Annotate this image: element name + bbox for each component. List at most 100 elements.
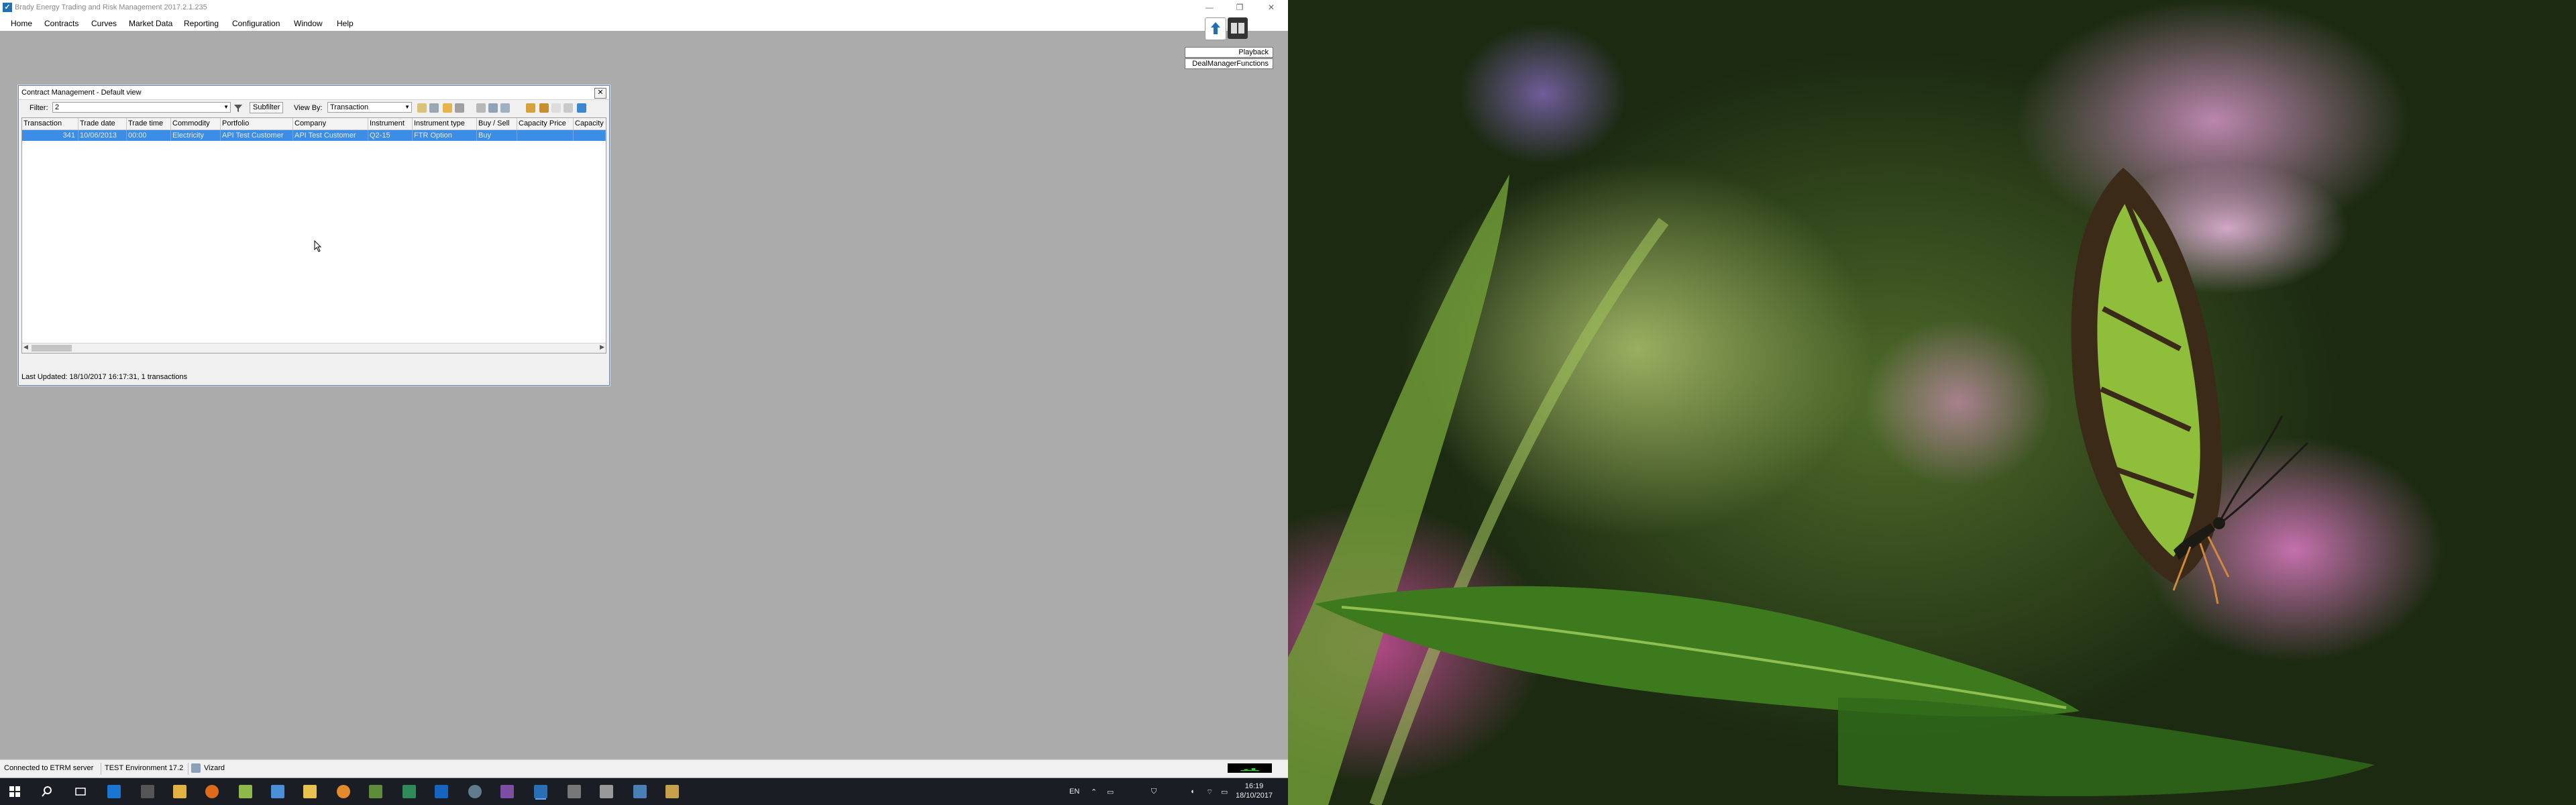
app-titlebar: ✓ Brady Energy Trading and Risk Manageme…: [0, 0, 1288, 15]
volume-icon[interactable]: ◖: [1190, 788, 1195, 796]
eraser-icon[interactable]: [551, 103, 561, 113]
spreadsheet-icon[interactable]: [402, 785, 416, 798]
app-icon[interactable]: [271, 785, 284, 798]
help-icon[interactable]: [577, 103, 586, 113]
column-header-commodity[interactable]: Commodity: [171, 118, 221, 129]
scroll-left-icon[interactable]: ◀: [23, 343, 28, 351]
app-icon[interactable]: [568, 785, 581, 798]
store-icon[interactable]: [141, 785, 154, 798]
menu-market-data[interactable]: Market Data: [129, 19, 172, 28]
connection-status: Connected to ETRM server: [4, 764, 94, 772]
column-header-trade-time[interactable]: Trade time: [127, 118, 171, 129]
file-explorer-icon[interactable]: [173, 785, 186, 798]
app-icon[interactable]: [337, 785, 350, 798]
column-header-company[interactable]: Company: [293, 118, 368, 129]
firefox-icon[interactable]: [205, 785, 219, 798]
print-icon[interactable]: [476, 103, 486, 113]
column-header-trade-date[interactable]: Trade date: [78, 118, 127, 129]
app-icon[interactable]: [600, 785, 613, 798]
network-icon[interactable]: ▭: [1107, 788, 1114, 796]
menu-window[interactable]: Window: [294, 19, 323, 28]
cell-capacity: [574, 130, 606, 141]
grid-header: Transaction Trade date Trade time Commod…: [22, 118, 606, 130]
clear-filter-icon[interactable]: [233, 103, 243, 113]
app-icon[interactable]: [633, 785, 647, 798]
copy-icon[interactable]: [500, 103, 510, 113]
cell-trade-time: 00:00: [127, 130, 171, 141]
cell-capacity-price: [517, 130, 574, 141]
menu-help[interactable]: Help: [337, 19, 354, 28]
column-header-capacity-price[interactable]: Capacity Price: [517, 118, 574, 129]
settings-icon[interactable]: [455, 103, 464, 113]
shield-icon[interactable]: ⛉: [1151, 788, 1157, 796]
etrm-app-icon[interactable]: [534, 785, 547, 798]
tools-icon[interactable]: [369, 785, 382, 798]
windows-start-icon[interactable]: [8, 785, 21, 798]
column-header-buy-sell[interactable]: Buy / Sell: [477, 118, 517, 129]
table-row[interactable]: 341 10/06/2013 00:00 Electricity API Tes…: [22, 130, 606, 141]
wizard-status: Vizard: [204, 764, 225, 772]
contract-toolbar: Filter: 2 ▼ Subfilter View By: Transacti…: [19, 100, 609, 116]
column-header-capacity[interactable]: Capacity: [574, 118, 606, 129]
contract-window-title: Contract Management - Default view: [21, 89, 142, 97]
column-header-instrument-type[interactable]: Instrument type: [413, 118, 477, 129]
cell-buy-sell: Buy: [477, 130, 517, 141]
last-updated-status: Last Updated: 18/10/2017 16:17:31, 1 tra…: [21, 373, 188, 381]
column-header-instrument[interactable]: Instrument: [368, 118, 413, 129]
menu-configuration[interactable]: Configuration: [232, 19, 280, 28]
cell-commodity: Electricity: [171, 130, 221, 141]
minimize-button[interactable]: —: [1199, 1, 1220, 13]
scroll-thumb[interactable]: [32, 345, 72, 352]
menu-home[interactable]: Home: [11, 19, 32, 28]
pencil-icon[interactable]: [539, 103, 549, 113]
app-logo-icon: ✓: [3, 3, 12, 12]
menu-reporting[interactable]: Reporting: [184, 19, 219, 28]
app-icon[interactable]: [665, 785, 679, 798]
contract-window-close-button[interactable]: ✕: [594, 88, 606, 99]
edit-icon[interactable]: [526, 103, 535, 113]
clock-date: 18/10/2017: [1236, 792, 1273, 800]
horizontal-scrollbar[interactable]: ◀ ▶: [22, 343, 606, 353]
menu-curves[interactable]: Curves: [91, 19, 117, 28]
taskbar-clock[interactable]: 16:19 18/10/2017: [1236, 782, 1273, 800]
viewby-select[interactable]: Transaction ▼: [327, 102, 412, 113]
transactions-grid: Transaction Trade date Trade time Commod…: [21, 117, 606, 354]
subfilter-button[interactable]: Subfilter: [250, 102, 284, 113]
grid-options-icon[interactable]: [417, 103, 427, 113]
task-view-icon[interactable]: [74, 785, 87, 798]
cell-trade-date: 10/06/2013: [78, 130, 127, 141]
notifications-icon[interactable]: ▭: [1221, 788, 1228, 796]
filter-select[interactable]: 2 ▼: [52, 102, 231, 113]
refresh-icon[interactable]: [1205, 17, 1226, 40]
folder-icon[interactable]: [303, 785, 317, 798]
lock-icon[interactable]: [564, 103, 573, 113]
maximize-button[interactable]: ❐: [1230, 1, 1250, 13]
calendar-icon[interactable]: [1228, 17, 1248, 39]
contract-management-window: Contract Management - Default view ✕ Fil…: [18, 85, 610, 386]
menu-contracts[interactable]: Contracts: [44, 19, 78, 28]
refresh-view-icon[interactable]: [443, 103, 452, 113]
scroll-right-icon[interactable]: ▶: [600, 343, 604, 351]
app-icon[interactable]: [239, 785, 252, 798]
language-indicator[interactable]: EN: [1069, 788, 1079, 796]
main-menu-bar: Home Contracts Curves Market Data Report…: [0, 15, 1288, 31]
column-header-transaction[interactable]: Transaction: [22, 118, 78, 129]
playback-button[interactable]: Playback: [1185, 47, 1273, 58]
tray-expand-icon[interactable]: ⌃: [1091, 788, 1097, 796]
wifi-icon[interactable]: ⌔: [1206, 788, 1213, 797]
wizard-icon: [191, 763, 201, 773]
edge-browser-icon[interactable]: [107, 785, 121, 798]
windows-taskbar: EN ⌃ ▭ ⛉ ◖ ⌔ ▭ 16:19 18/10/2017: [0, 778, 1288, 805]
viewby-value: Transaction: [330, 103, 369, 111]
column-header-portfolio[interactable]: Portfolio: [221, 118, 293, 129]
environment-status: TEST Environment 17.2: [105, 764, 184, 772]
visual-studio-icon[interactable]: [500, 785, 514, 798]
outlook-icon[interactable]: [435, 785, 448, 798]
cell-instrument: Q2-15: [368, 130, 413, 141]
close-button[interactable]: ✕: [1261, 1, 1281, 13]
search-icon[interactable]: [40, 785, 54, 798]
dealmanager-functions-button[interactable]: DealManagerFunctions: [1185, 58, 1273, 69]
columns-icon[interactable]: [429, 103, 439, 113]
export-icon[interactable]: [488, 103, 498, 113]
app-icon[interactable]: [468, 785, 482, 798]
